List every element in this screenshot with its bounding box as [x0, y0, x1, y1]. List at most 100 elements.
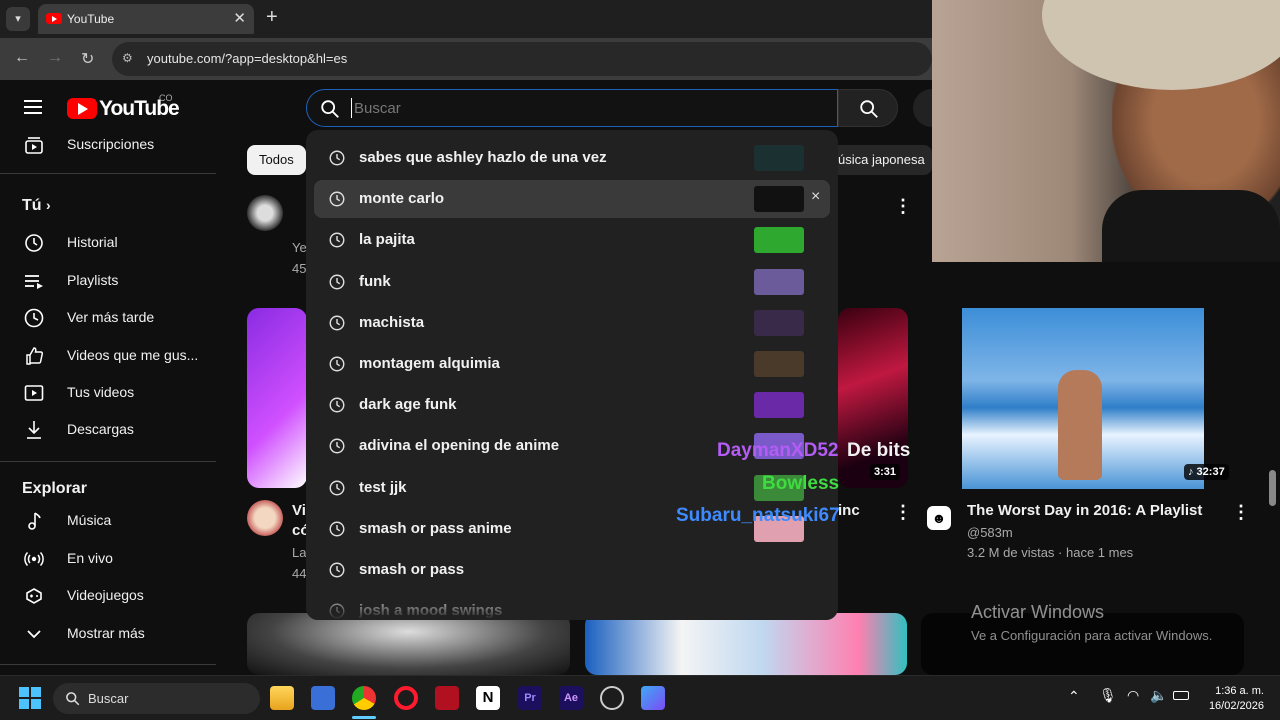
search-suggestion[interactable]: funk — [314, 263, 830, 301]
more-options-icon[interactable]: ⋮ — [1232, 502, 1250, 523]
search-icon — [66, 692, 80, 706]
opera-icon[interactable] — [394, 686, 418, 710]
you-heading[interactable]: Tú › — [22, 197, 51, 215]
search-button[interactable] — [838, 89, 898, 127]
sidebar-item-live[interactable]: En vivo — [12, 540, 212, 576]
sidebar-item-watch-later[interactable]: Ver más tarde — [12, 299, 212, 335]
browser-tab[interactable]: YouTube ✕ — [38, 4, 254, 34]
premiere-pro-icon[interactable]: Pr — [518, 686, 542, 710]
video-duration: ♪ 32:37 — [1184, 464, 1229, 480]
taskbar-search-label: Buscar — [88, 691, 129, 706]
microphone-icon[interactable]: 🎙 — [1099, 687, 1117, 704]
suggestion-text: sabes que ashley hazlo de una vez — [359, 149, 607, 166]
volume-icon[interactable]: 🔈 — [1150, 687, 1167, 704]
divider — [0, 461, 216, 462]
video-title[interactable]: Vi — [292, 502, 306, 519]
sidebar-item-label: Suscripciones — [67, 136, 155, 152]
search-icon — [860, 100, 878, 118]
activate-windows-watermark: Activar Windows Ve a Configuración para … — [971, 602, 1212, 643]
active-app-indicator — [352, 716, 376, 719]
sidebar-item-label: Tus videos — [67, 384, 135, 400]
remove-suggestion-icon[interactable]: × — [811, 188, 820, 206]
sidebar-item-liked-videos[interactable]: Videos que me gus... — [12, 337, 212, 373]
battery-icon[interactable] — [1173, 691, 1189, 700]
site-info-icon[interactable]: ⚙ — [122, 51, 133, 65]
chevron-up-icon[interactable]: ⌃ — [1068, 688, 1080, 705]
voicemeeter-icon[interactable] — [435, 686, 459, 710]
suggestion-text: smash or pass — [359, 561, 465, 578]
sidebar-item-subscriptions[interactable]: Suscripciones — [12, 126, 212, 162]
suggestion-text: la pajita — [359, 231, 415, 249]
scrollbar-thumb[interactable] — [1269, 470, 1276, 506]
sidebar-item-label: Videojuegos — [67, 587, 144, 603]
search-suggestion[interactable]: la pajita — [314, 221, 830, 259]
suggestion-text: test jjk — [359, 478, 407, 496]
taskbar-search[interactable]: Buscar — [53, 683, 260, 714]
back-icon[interactable]: ← — [14, 49, 30, 67]
obs-icon[interactable] — [600, 686, 624, 710]
sidebar-item-music[interactable]: Música — [12, 502, 212, 538]
search-suggestion[interactable]: smash or pass — [314, 551, 830, 589]
search-suggestion[interactable]: monte carlo × — [314, 180, 830, 219]
video-thumbnail[interactable] — [247, 308, 307, 488]
forward-icon[interactable]: → — [47, 49, 63, 67]
video-title-fragment[interactable]: De bits — [847, 440, 910, 462]
sidebar-item-label: Descargas — [67, 421, 134, 437]
chrome-icon[interactable] — [352, 686, 376, 710]
more-options-icon[interactable]: ⋮ — [894, 502, 912, 523]
new-tab-button[interactable]: + — [266, 6, 278, 29]
search-suggestion[interactable]: test jjk — [314, 469, 830, 507]
search-suggestion[interactable]: montagem alquimia — [314, 345, 830, 383]
video-title[interactable]: The Worst Day in 2016: A Playlist — [967, 502, 1202, 519]
channel-avatar[interactable] — [247, 195, 283, 231]
channel-avatar[interactable]: ☻ — [921, 500, 957, 536]
notion-icon[interactable]: N — [476, 686, 500, 710]
video-thumbnail[interactable] — [585, 613, 907, 675]
history-icon — [329, 356, 345, 372]
after-effects-icon[interactable]: Ae — [559, 686, 583, 710]
search-suggestion[interactable]: machista — [314, 304, 830, 342]
address-bar[interactable]: ⚙ youtube.com/?app=desktop&hl=es — [112, 42, 932, 76]
microsoft-store-icon[interactable] — [311, 686, 335, 710]
dropdown-fade — [306, 590, 838, 620]
windows-start-icon[interactable] — [19, 687, 41, 709]
sidebar-item-your-videos[interactable]: Tus videos — [12, 374, 212, 410]
history-icon — [329, 562, 345, 578]
search-box[interactable] — [306, 89, 838, 127]
sidebar-item-gaming[interactable]: Videojuegos — [12, 577, 212, 613]
taskbar-clock[interactable]: 1:36 a. m. 16/02/2026 — [1198, 684, 1264, 714]
reload-icon[interactable]: ↻ — [81, 49, 94, 69]
search-suggestion[interactable]: dark age funk — [314, 386, 830, 424]
sidebar-item-history[interactable]: Historial — [12, 224, 212, 260]
channel-avatar[interactable] — [247, 500, 283, 536]
clock-icon — [24, 308, 44, 328]
chip-all[interactable]: Todos — [247, 145, 306, 175]
browser-tab-bar: ▾ YouTube ✕ + — [0, 0, 932, 38]
file-explorer-icon[interactable] — [270, 686, 294, 710]
search-suggestions-dropdown: sabes que ashley hazlo de una vez monte c… — [306, 130, 838, 620]
suggestion-thumbnail — [754, 351, 804, 377]
sidebar-item-playlists[interactable]: Playlists — [12, 262, 212, 298]
suggestion-thumbnail — [754, 145, 804, 171]
sidebar-item-show-more[interactable]: Mostrar más — [12, 615, 212, 651]
tab-list-button[interactable]: ▾ — [6, 7, 30, 31]
video-title-fragment[interactable]: inc — [838, 502, 860, 519]
search-suggestion[interactable]: sabes que ashley hazlo de una vez — [314, 139, 830, 177]
chip-japanese-music[interactable]: úsica japonesa — [824, 145, 932, 175]
channel-name[interactable]: @583m — [967, 525, 1013, 540]
youtube-logo-icon[interactable] — [67, 98, 97, 119]
search-input[interactable] — [351, 98, 811, 118]
history-icon — [329, 397, 345, 413]
suggestion-text: smash or pass anime — [359, 519, 512, 537]
sidebar-item-downloads[interactable]: Descargas — [12, 411, 212, 447]
wifi-icon[interactable]: ◠ — [1127, 687, 1139, 704]
hamburger-menu-icon[interactable] — [24, 100, 42, 114]
video-thumbnail[interactable] — [247, 613, 570, 675]
history-icon — [329, 438, 345, 454]
thumbnail-image — [962, 308, 1204, 489]
more-options-icon[interactable]: ⋮ — [894, 196, 912, 217]
tab-close-icon[interactable]: ✕ — [233, 9, 246, 27]
sidebar-item-label: Ver más tarde — [67, 309, 155, 325]
video-thumbnail[interactable] — [921, 308, 1244, 489]
app-icon[interactable] — [641, 686, 665, 710]
